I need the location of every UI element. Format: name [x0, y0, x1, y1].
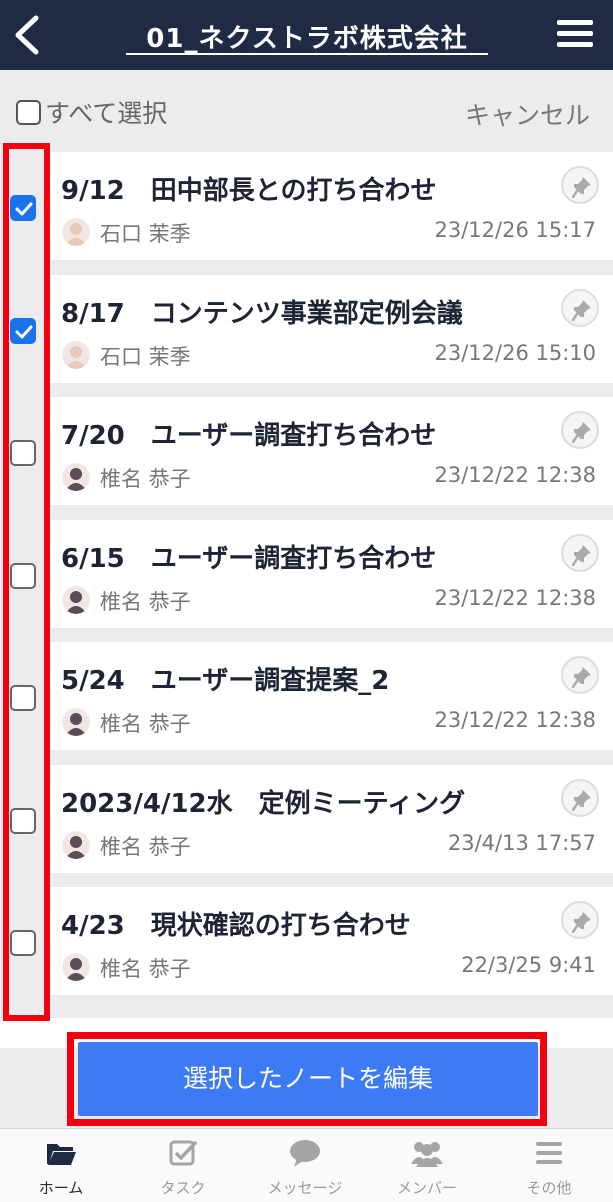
- note-author: 椎名 恭子: [100, 712, 191, 736]
- back-button[interactable]: [10, 14, 44, 56]
- checkbox-column-highlight: [3, 143, 50, 1021]
- tab-home-label: ホーム: [38, 1179, 84, 1197]
- avatar: [62, 831, 90, 859]
- note-title: 9/12 田中部長との打ち合わせ: [61, 176, 437, 206]
- pin-icon: [572, 300, 591, 321]
- select-all-toggle[interactable]: すべて選択: [16, 96, 167, 128]
- note-date: 23/12/22 12:38: [434, 708, 596, 732]
- more-menu-icon: [536, 1142, 562, 1164]
- note-author: 椎名 恭子: [100, 467, 191, 491]
- pin-button[interactable]: [561, 411, 599, 449]
- note-author: 椎名 恭子: [100, 835, 191, 859]
- pin-button[interactable]: [561, 779, 599, 817]
- cancel-button[interactable]: キャンセル: [465, 96, 590, 132]
- note-list-item[interactable]: 7/20 ユーザー調査打ち合わせ椎名 恭子 23/12/22 12:38: [0, 397, 613, 505]
- note-title: 5/24 ユーザー調査提案_2: [61, 666, 390, 696]
- pin-icon: [572, 177, 591, 198]
- avatar: [62, 341, 90, 369]
- note-list-item[interactable]: 9/12 田中部長との打ち合わせ石口 茉季 23/12/26 15:17: [0, 152, 613, 260]
- note-list-item[interactable]: 2023/4/12水 定例ミーティング椎名 恭子 23/4/13 17:57: [0, 765, 613, 873]
- tab-tasks-label: タスク: [160, 1179, 206, 1197]
- note-date: 22/3/25 9:41: [461, 953, 596, 977]
- app-header: 01_ネクストラボ株式会社: [0, 0, 613, 70]
- note-author: 椎名 恭子: [100, 957, 191, 981]
- chevron-left-icon: [15, 15, 39, 55]
- note-list-item[interactable]: 4/23 現状確認の打ち合わせ椎名 恭子 22/3/25 9:41: [0, 887, 613, 995]
- note-author: 石口 茉季: [100, 345, 191, 369]
- note-title: 7/20 ユーザー調査打ち合わせ: [61, 421, 437, 451]
- tab-members-label: メンバー: [396, 1179, 457, 1197]
- tab-more[interactable]: その他: [488, 1129, 610, 1202]
- pin-icon: [572, 790, 591, 811]
- note-date: 23/12/26 15:17: [434, 218, 596, 242]
- note-author: 石口 茉季: [100, 222, 191, 246]
- avatar: [62, 953, 90, 981]
- note-list-item[interactable]: 5/24 ユーザー調査提案_2 椎名 恭子 23/12/22 12:38: [0, 642, 613, 750]
- avatar: [62, 586, 90, 614]
- tab-tasks[interactable]: タスク: [122, 1129, 244, 1202]
- chat-bubble-icon: [290, 1140, 320, 1167]
- pin-button[interactable]: [561, 534, 599, 572]
- select-all-label[interactable]: すべて選択: [45, 94, 167, 130]
- tab-messages-label: メッセージ: [267, 1179, 343, 1197]
- pin-button[interactable]: [561, 166, 599, 204]
- pin-button[interactable]: [561, 901, 599, 939]
- note-title: 8/17 コンテンツ事業部定例会議: [61, 299, 463, 329]
- avatar: [62, 708, 90, 736]
- checkbox-task-icon: [169, 1140, 198, 1166]
- members-group-icon: [411, 1142, 443, 1167]
- pin-button[interactable]: [561, 289, 599, 327]
- bottom-tab-bar: ホーム タスク メッセージ メンバー その他: [0, 1128, 613, 1202]
- tab-messages[interactable]: メッセージ: [244, 1129, 366, 1202]
- pin-icon: [572, 667, 591, 688]
- page-title[interactable]: 01_ネクストラボ株式会社: [126, 18, 488, 56]
- pin-icon: [572, 912, 591, 933]
- pin-button[interactable]: [561, 656, 599, 694]
- avatar: [62, 218, 90, 246]
- avatar: [62, 463, 90, 491]
- note-author: 椎名 恭子: [100, 590, 191, 614]
- note-title: 4/23 現状確認の打ち合わせ: [61, 911, 411, 941]
- tab-members[interactable]: メンバー: [366, 1129, 488, 1202]
- tab-home[interactable]: ホーム: [0, 1129, 122, 1202]
- note-list-item[interactable]: 6/15 ユーザー調査打ち合わせ椎名 恭子 23/12/22 12:38: [0, 520, 613, 628]
- tab-more-label: その他: [526, 1179, 572, 1197]
- note-list-item[interactable]: 8/17 コンテンツ事業部定例会議石口 茉季 23/12/26 15:10: [0, 275, 613, 383]
- note-title: 2023/4/12水 定例ミーティング: [61, 789, 466, 819]
- note-date: 23/12/22 12:38: [434, 463, 596, 487]
- pin-icon: [572, 422, 591, 443]
- pin-icon: [572, 545, 591, 566]
- note-date: 23/4/13 17:57: [447, 831, 596, 855]
- folder-icon: [47, 1144, 76, 1165]
- select-all-checkbox[interactable]: [16, 99, 41, 125]
- title-underline: [126, 53, 488, 55]
- note-title: 6/15 ユーザー調査打ち合わせ: [61, 544, 437, 574]
- note-date: 23/12/26 15:10: [434, 341, 596, 365]
- hamburger-menu-icon[interactable]: [557, 20, 593, 50]
- note-date: 23/12/22 12:38: [434, 586, 596, 610]
- edit-button-highlight: [67, 1032, 547, 1126]
